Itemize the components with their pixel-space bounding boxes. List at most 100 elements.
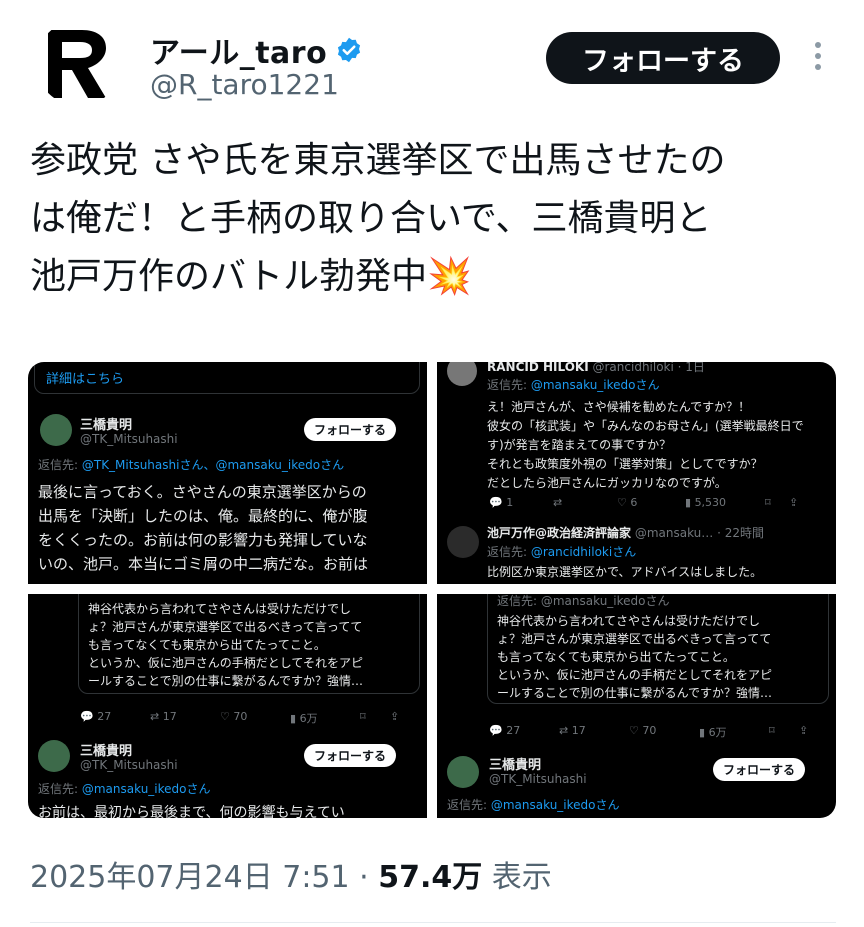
post-line: それとも政策度外視の「選挙対策」としてですか？ (487, 457, 763, 471)
like-icon: ♡ 70 (220, 710, 248, 723)
author-display-name[interactable]: アール_taro (150, 28, 327, 72)
more-options-icon[interactable] (812, 42, 824, 76)
author-handle[interactable]: @R_taro1221 (150, 68, 339, 101)
reply-to-line: 返信先: @TK_Mitsuhashiさん、@mansaku_ikedoさん (38, 456, 344, 473)
quoted-post-text: 神谷代表から言われてさやさんは受けただけでし ょ？池戸さんが東京選挙区で出るべき… (497, 612, 772, 702)
mitsuhashi-avatar (447, 756, 479, 788)
post-timestamp[interactable]: 2025年07月24日 7:51 · (30, 860, 378, 895)
share-icon: ⇪ (799, 724, 809, 737)
post-line: だとしたら池戸さんにガッカリなのですが。 (487, 476, 727, 490)
avatar[interactable] (36, 20, 122, 106)
follow-button[interactable]: フォローする (546, 32, 780, 84)
mitsuhashi-avatar (38, 740, 70, 772)
bookmark-icon: ⌑ (769, 724, 775, 737)
divider (30, 922, 836, 923)
media-image-1[interactable]: 詳細はこちら 三橋貴明 @TK_Mitsuhashi フォローする 返信先: @… (28, 362, 427, 584)
panel-follow-button: フォローする (304, 418, 397, 441)
retweet-icon: ⇄ 17 (559, 724, 586, 737)
panel-author-name: 池戸万作@政治経済評論家 (487, 526, 632, 540)
reply-to-line: 返信先: @mansaku_ikedoさん (487, 376, 660, 393)
author-name-row: アール_taro (150, 28, 363, 72)
top-author-name: RANCID HILOKI (487, 362, 589, 374)
reply-to-handles: @mansaku_ikedoさん (530, 378, 660, 392)
views-icon: ▮ 6万 (290, 712, 318, 725)
tweet-text-line: は俺だ！と手柄の取り合いで、三橋貴明と (30, 198, 712, 239)
panel-follow-button: フォローする (713, 758, 806, 781)
panel-author-handle: @TK_Mitsuhashi (80, 432, 178, 446)
media-image-2[interactable]: RANCID HILOKI @rancidhiloki · 1日 返信先: @m… (437, 362, 836, 584)
reply-to-handles: @mansaku_ikedoさん (490, 798, 620, 812)
like-icon: ♡ 70 (629, 724, 657, 737)
bookmark-icon: ⌑ (765, 496, 771, 509)
reply-prefix: 返信先: (38, 458, 82, 472)
panel-author-name: 三橋貴明 (80, 744, 133, 759)
reply-icon: 💬 27 (489, 724, 521, 737)
action-bar: 💬 1 ⇄ ♡ 6 ▮ 5,530 ⌑ ⇪ (489, 496, 819, 509)
ikedo-avatar (447, 526, 479, 558)
views-label: 表示 (482, 860, 552, 895)
post-line: お前は、最初から最後まで、何の影響も与えてい (38, 805, 345, 818)
panel-post-text: 最後に言っておく。さやさんの東京選挙区からの 出馬を「決断」したのは、俺。最終的… (38, 480, 368, 576)
quote-line: 神谷代表から言われてさやさんは受けただけでし (497, 614, 761, 628)
post-line: をくくったの。お前は何の影響力も発揮していな (38, 531, 368, 549)
media-image-3[interactable]: 神谷代表から言われてさやさんは受けただけでし ょ？池戸さんが東京選挙区で出るべき… (28, 594, 427, 818)
quote-line: 神谷代表から言われてさやさんは受けただけでし (88, 602, 352, 616)
author-line: 池戸万作@政治経済評論家 @mansaku… · 22時間 (487, 524, 764, 541)
panel-author-handle: @TK_Mitsuhashi (489, 772, 587, 786)
like-icon: ♡ 6 (617, 496, 638, 509)
quote-line: というか、仮に池戸さんの手柄だとしてそれをアピ (88, 656, 364, 670)
reply-to-handles: @TK_Mitsuhashiさん、@mansaku_ikedoさん (81, 458, 345, 472)
quote-line: というか、仮に池戸さんの手柄だとしてそれをアピ (497, 668, 773, 682)
panel-post-text: え！池戸さんが、さや候補を勧めたんですか？！ 彼女の「核武装」や「みんなのお母さ… (487, 398, 804, 493)
view-count: 57.4万 (378, 860, 483, 895)
share-icon: ⇪ (390, 710, 400, 723)
reply-icon: 💬 1 (489, 496, 514, 509)
mitsuhashi-avatar (40, 414, 72, 446)
quote-line: ょ？池戸さんが東京選挙区で出るべきって言ってて (88, 620, 363, 634)
share-icon: ⇪ (789, 496, 799, 509)
views-icon: ▮ 5,530 (685, 496, 727, 509)
media-image-4[interactable]: 返信先: @mansaku_ikedoさん 神谷代表から言われてさやさんは受けた… (437, 594, 836, 818)
panel-follow-button: フォローする (304, 744, 397, 767)
post-line: す)が発言を踏まえての事ですか？ (487, 438, 672, 452)
reply-to-handles: @rancidhilokiさん (530, 545, 637, 559)
verified-badge-icon (338, 37, 361, 63)
reply-prefix: 返信先: (487, 545, 531, 559)
retweet-icon: ⇄ 17 (150, 710, 177, 723)
reply-to-line: 返信先: @rancidhilokiさん (487, 543, 636, 560)
panel-author-handle: @TK_Mitsuhashi (80, 758, 178, 772)
reply-to-handles: @mansaku_ikedoさん (81, 782, 211, 796)
reply-to-line: 返信先: @mansaku_ikedoさん (38, 780, 211, 797)
retweet-icon: ⇄ (553, 496, 563, 509)
quoted-post-text: 神谷代表から言われてさやさんは受けただけでし ょ？池戸さんが東京選挙区で出るべき… (88, 600, 363, 690)
action-bar: 💬 27 ⇄ 17 ♡ 70 ▮ 6万 ⌑ ⇪ (489, 724, 829, 740)
tweet-text: 参政党 さや氏を東京選挙区で出馬させたの は俺だ！と手柄の取り合いで、三橋貴明と… (30, 132, 840, 306)
panel-author-handle: @mansaku… · 22時間 (634, 526, 764, 540)
panel-author-name: 三橋貴明 (489, 758, 542, 773)
panel-author-name: 三橋貴明 (80, 418, 133, 433)
media-grid: 詳細はこちら 三橋貴明 @TK_Mitsuhashi フォローする 返信先: @… (28, 362, 836, 818)
quote-line: も言ってなくても東京から出てたってこと。 (88, 638, 326, 652)
tweet-text-line: 池戸万作のバトル勃発中💥 (30, 256, 472, 297)
action-bar: 💬 27 ⇄ 17 ♡ 70 ▮ 6万 ⌑ ⇪ (80, 710, 420, 726)
quote-line: も言ってなくても東京から出てたってこと。 (497, 650, 735, 664)
top-author-handle: @rancidhiloki · 1日 (592, 362, 705, 374)
quote-reply-line: 返信先: @mansaku_ikedoさん (497, 594, 670, 608)
post-line: 彼女の「核武装」や「みんなのお母さん」(選挙戦最終日で (487, 419, 804, 433)
reply-to-line: 返信先: @mansaku_ikedoさん (447, 796, 620, 813)
post-line: 最後に言っておく。さやさんの東京選挙区からの (38, 483, 367, 501)
bookmark-icon: ⌑ (360, 710, 366, 723)
quote-line: ょ？池戸さんが東京選挙区で出るべきって言ってて (497, 632, 772, 646)
details-link: 詳細はこちら (46, 372, 125, 387)
post-line: いの、池戸。本当にゴミ屑の中二病だな。お前は (38, 555, 369, 573)
quote-line: ールすることで別の仕事に繋がるんですか？強情… (497, 686, 773, 700)
reply-prefix: 返信先: (447, 798, 491, 812)
post-line: え！池戸さんが、さや候補を勧めたんですか？！ (487, 400, 751, 414)
post-meta-line: 2025年07月24日 7:51 · 57.4万 表示 (30, 852, 552, 896)
post-line: 比例区か東京選挙区かで、アドバイスはしました。 (487, 565, 763, 579)
reply-prefix: 返信先: (38, 782, 82, 796)
tweet-text-line: 参政党 さや氏を東京選挙区で出馬させたの (30, 140, 726, 181)
quote-line: ールすることで別の仕事に繋がるんですか？強情… (88, 674, 364, 688)
rancid-avatar (447, 362, 477, 386)
top-author-line: RANCID HILOKI @rancidhiloki · 1日 (487, 362, 705, 375)
